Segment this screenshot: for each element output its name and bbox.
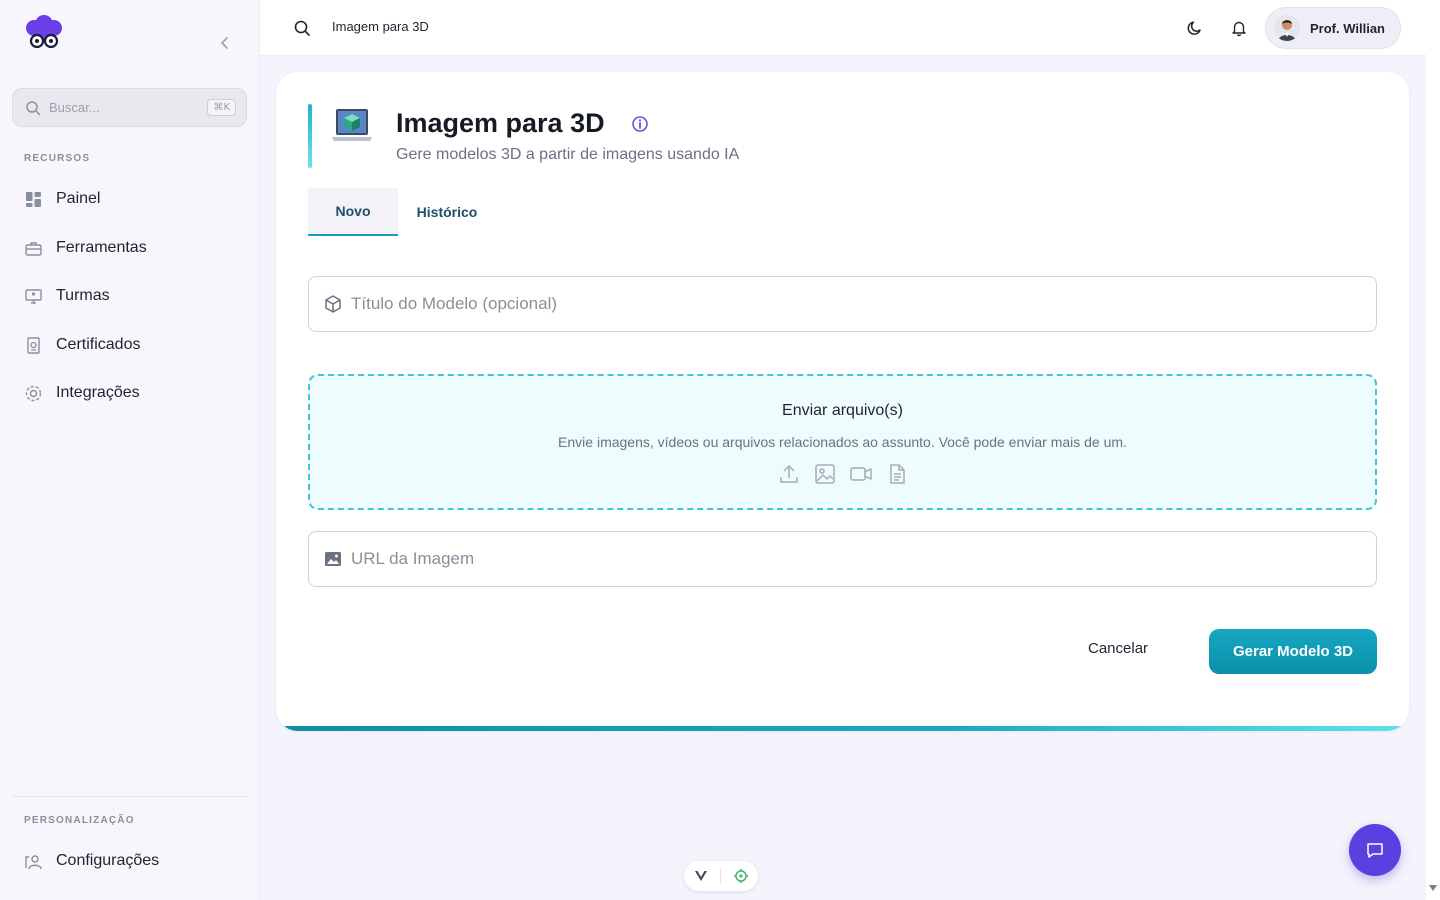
sidebar-item-integracoes[interactable]: Integrações: [24, 381, 140, 405]
dark-mode-moon-icon[interactable]: [1186, 19, 1204, 37]
upload-type-icons: [310, 462, 1375, 486]
image-icon: [813, 462, 837, 486]
chat-button[interactable]: [1349, 824, 1401, 876]
tab-novo[interactable]: Novo: [308, 188, 398, 236]
info-icon[interactable]: [631, 115, 649, 133]
sidebar-item-label: Painel: [56, 190, 101, 207]
chat-bubble-icon: [1365, 840, 1385, 860]
devtools-toolbar: [684, 861, 758, 891]
user-menu-button[interactable]: Prof. Willian: [1265, 7, 1401, 49]
top-bar: Imagem para 3D Prof. Willian: [260, 0, 1426, 56]
classroom-icon: [24, 287, 43, 306]
user-name: Prof. Willian: [1310, 20, 1385, 36]
laptop-cube-icon: [330, 105, 374, 149]
tab-bar: Novo Histórico: [308, 188, 496, 236]
sidebar-item-label: Certificados: [56, 336, 141, 353]
search-icon: [25, 100, 41, 116]
cancel-button[interactable]: Cancelar: [1088, 640, 1148, 657]
section-label-resources: RECURSOS: [24, 153, 91, 164]
search-shortcut-badge: ⌘K: [207, 99, 236, 116]
image-icon: [323, 549, 343, 569]
cube-icon: [323, 294, 343, 314]
sidebar: Buscar... ⌘K RECURSOS Painel Ferramentas…: [0, 0, 260, 900]
sidebar-item-turmas[interactable]: Turmas: [24, 284, 110, 308]
tab-historico[interactable]: Histórico: [398, 188, 496, 236]
document-icon: [885, 462, 909, 486]
page-subtitle: Gere modelos 3D a partir de imagens usan…: [396, 146, 740, 163]
page-title: Imagem para 3D: [396, 108, 605, 138]
toolbar-separator: [719, 868, 721, 884]
image-url-placeholder: URL da Imagem: [351, 549, 475, 568]
brain-logo-icon[interactable]: [22, 14, 66, 52]
card-accent-bar: [276, 726, 1409, 731]
image-url-field[interactable]: URL da Imagem: [308, 531, 1377, 587]
sidebar-item-ferramentas[interactable]: Ferramentas: [24, 236, 147, 260]
upload-title: Enviar arquivo(s): [782, 402, 903, 419]
file-upload-dropzone[interactable]: Enviar arquivo(s) Envie imagens, vídeos …: [308, 374, 1377, 510]
sidebar-item-certificados[interactable]: Certificados: [24, 333, 140, 357]
breadcrumb: Imagem para 3D: [332, 19, 429, 34]
scrollbar[interactable]: [1426, 0, 1440, 900]
upload-icon: [777, 462, 801, 486]
model-title-placeholder: Título do Modelo (opcional): [351, 294, 558, 313]
main-card: Imagem para 3D Gere modelos 3D a partir …: [276, 72, 1409, 731]
gear-icon: [24, 384, 43, 403]
model-title-field[interactable]: Título do Modelo (opcional): [308, 276, 1377, 332]
certificate-icon: [24, 336, 43, 355]
sidebar-item-label: Ferramentas: [56, 239, 147, 256]
sidebar-item-configuracoes[interactable]: Configurações: [24, 849, 159, 873]
sidebar-search-input[interactable]: Buscar... ⌘K: [12, 88, 247, 127]
notification-bell-icon[interactable]: [1230, 19, 1248, 37]
toolbox-icon: [24, 239, 43, 258]
chevron-left-icon[interactable]: [216, 34, 234, 52]
sidebar-item-painel[interactable]: Painel: [24, 187, 100, 211]
sidebar-item-label: Configurações: [56, 852, 160, 869]
upload-description: Envie imagens, vídeos ou arquivos relaci…: [558, 434, 1127, 450]
avatar: [1274, 15, 1300, 41]
scroll-down-arrow-icon[interactable]: [1429, 885, 1437, 891]
title-accent-bar: [308, 104, 312, 168]
target-icon[interactable]: [733, 868, 749, 884]
sidebar-item-label: Turmas: [56, 287, 110, 304]
dashboard-icon: [24, 190, 43, 209]
settings-users-icon: [24, 852, 43, 871]
search-placeholder: Buscar...: [49, 100, 100, 115]
vue-logo-icon[interactable]: [694, 869, 708, 883]
video-icon: [849, 462, 873, 486]
generate-model-button[interactable]: Gerar Modelo 3D: [1209, 629, 1377, 674]
section-label-personalization: PERSONALIZAÇÃO: [24, 815, 135, 826]
sidebar-item-label: Integrações: [56, 384, 140, 401]
search-icon[interactable]: [293, 19, 311, 37]
sidebar-divider: [12, 796, 247, 797]
